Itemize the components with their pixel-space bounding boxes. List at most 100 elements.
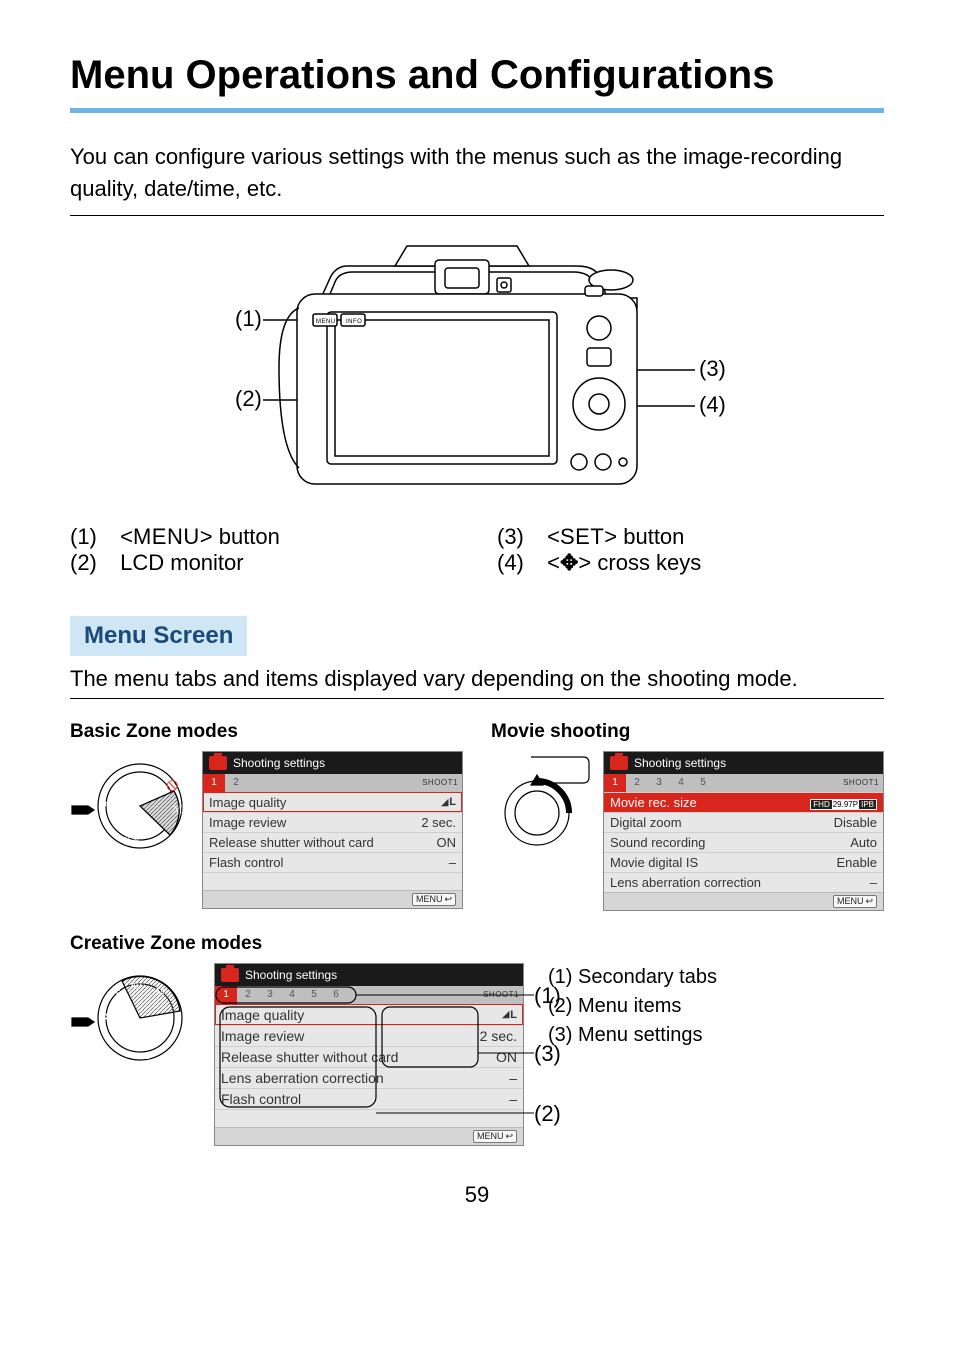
menu-tab[interactable]: 3 [648,774,670,792]
creative-leader-2: (2) [534,1101,561,1127]
menu-item[interactable]: Flash control – [203,852,462,872]
menu-item[interactable]: Movie rec. size FHD 29.97P IPB [604,792,883,812]
menu-item-name: Digital zoom [610,815,682,830]
camera-diagram: (1) (2) (3) (4) [70,226,884,506]
svg-text:⟲: ⟲ [114,1045,122,1055]
svg-text:M: M [156,987,164,998]
menu-item[interactable]: Release shutter without card ON [203,832,462,852]
callout-4: (4) [699,392,726,417]
movie-switch-icon: ◥▮ ON OFF [491,751,591,861]
menu-header-title: Shooting settings [245,968,337,982]
menu-tab[interactable]: 5 [692,774,714,792]
movie-title: Movie shooting [491,721,884,743]
svg-text:MENU: MENU [316,319,336,325]
menu-header-title: Shooting settings [634,756,726,770]
menu-item[interactable]: Movie digital IS Enable [604,852,883,872]
menu-item-value: FHD 29.97P IPB [810,795,877,810]
menu-item[interactable]: Image quality L [215,1004,523,1025]
menu-tab[interactable]: 2 [237,986,259,1004]
creative-legend: (1) Secondary tabs (2) Menu items (3) Me… [548,963,717,1050]
movie-menu: Shooting settings 1 2 3 4 5 SHOOT1 Movie… [603,751,884,911]
menu-item-name: Image quality [221,1007,304,1023]
callout-2: (2) [235,386,262,411]
menu-tab[interactable]: 4 [281,986,303,1004]
creative-dial-icon: P Av M Tv ⟲ ☰ ● [70,963,190,1073]
menu-item-value: – [509,1091,517,1107]
menu-item-name: Image review [209,815,286,830]
svg-text:🚫: 🚫 [166,779,178,792]
svg-text:ℳ: ℳ [172,805,183,816]
menu-tab[interactable]: 2 [626,774,648,792]
menu-tab[interactable]: 3 [259,986,281,1004]
menu-tab[interactable]: 6 [325,986,347,1004]
svg-text:⸢A⁺⸣: ⸢A⁺⸣ [104,800,128,814]
menu-tab[interactable]: 2 [225,774,247,792]
basic-zone-menu: Shooting settings 1 2 SHOOT1 Image quali… [202,751,463,909]
callout-legend: (1) <MENU> button (2) LCD monitor (3) <S… [70,524,884,576]
menu-tab[interactable]: 5 [303,986,325,1004]
menu-header-title: Shooting settings [233,756,325,770]
menu-item-value: L [502,1009,517,1021]
menu-item[interactable]: Lens aberration correction – [215,1067,523,1088]
menu-item-value: Enable [837,855,877,870]
menu-item-name: Image quality [209,795,286,810]
menu-item[interactable]: Image quality L [203,792,462,812]
menu-item[interactable]: Lens aberration correction – [604,872,883,892]
page-title: Menu Operations and Configurations [70,50,884,100]
page-number: 59 [70,1182,884,1208]
legend-lab-1: <MENU> button [120,524,280,550]
menu-item-name: Movie digital IS [610,855,698,870]
movie-col: Movie shooting ◥▮ ON OFF [491,721,884,911]
legend-lab-4: <✥> cross keys [547,550,701,576]
menu-item[interactable]: Sound recording Auto [604,832,883,852]
menu-item-value: ON [496,1049,517,1065]
menu-tab[interactable]: 1 [215,986,237,1004]
menu-tab[interactable]: 1 [203,774,225,792]
creative-leader-1: (1) [534,983,561,1009]
menu-back-chip[interactable]: MENU↩ [833,895,877,908]
menu-item-name: Release shutter without card [221,1049,398,1065]
intro-text: You can configure various settings with … [70,141,884,205]
menu-item-name: Release shutter without card [209,835,374,850]
menu-tab[interactable]: 4 [670,774,692,792]
svg-text:☰: ☰ [142,1051,150,1061]
creative-leader-3: (3) [534,1041,561,1067]
menu-back-chip[interactable]: MENU↩ [473,1130,517,1143]
creative-legend-1: (1) Secondary tabs [548,963,717,992]
menu-tabs: 1 2 3 4 5 6 SHOOT1 [215,986,523,1004]
menu-item-name: Lens aberration correction [610,875,761,890]
menu-item[interactable]: Image review 2 sec. [203,812,462,832]
section-sub: The menu tabs and items displayed vary d… [70,666,884,699]
shoot-label: SHOOT1 [483,990,523,999]
legend-num-3: (3) [497,524,541,550]
svg-text:INFO: INFO [346,319,362,325]
callout-1: (1) [235,306,262,331]
callout-3: (3) [699,356,726,381]
basic-zone-col: Basic Zone modes ⸢A⁺⸣ [70,721,463,909]
menu-item-value: 2 sec. [421,815,456,830]
menu-item-value: Disable [834,815,877,830]
title-underline [70,108,884,113]
menu-item-name: Image review [221,1028,304,1044]
camera-body: MENU INFO [279,246,637,484]
menu-item-name: Flash control [209,855,283,870]
menu-item-value: Auto [850,835,877,850]
legend-lab-3: <SET> button [547,524,684,550]
legend-num-1: (1) [70,524,114,550]
menu-back-chip[interactable]: MENU↩ [412,893,456,906]
camera-icon [209,756,227,770]
menu-tab[interactable]: 1 [604,774,626,792]
menu-item[interactable]: Flash control – [215,1088,523,1109]
menu-item-name: Flash control [221,1091,301,1107]
svg-text:P: P [100,1010,109,1026]
menu-item-value: 2 sec. [480,1028,517,1044]
svg-text:SCN: SCN [122,836,139,845]
return-icon: ↩ [865,896,873,907]
menu-item[interactable]: Image review 2 sec. [215,1025,523,1046]
menu-item[interactable]: Digital zoom Disable [604,812,883,832]
menu-item-value: – [870,875,877,890]
basic-zone-title: Basic Zone modes [70,721,463,743]
creative-menu: Shooting settings 1 2 3 4 5 6 SHOOT1 Ima… [214,963,524,1146]
menu-item[interactable]: Release shutter without card ON [215,1046,523,1067]
svg-text:Av: Av [130,981,142,992]
